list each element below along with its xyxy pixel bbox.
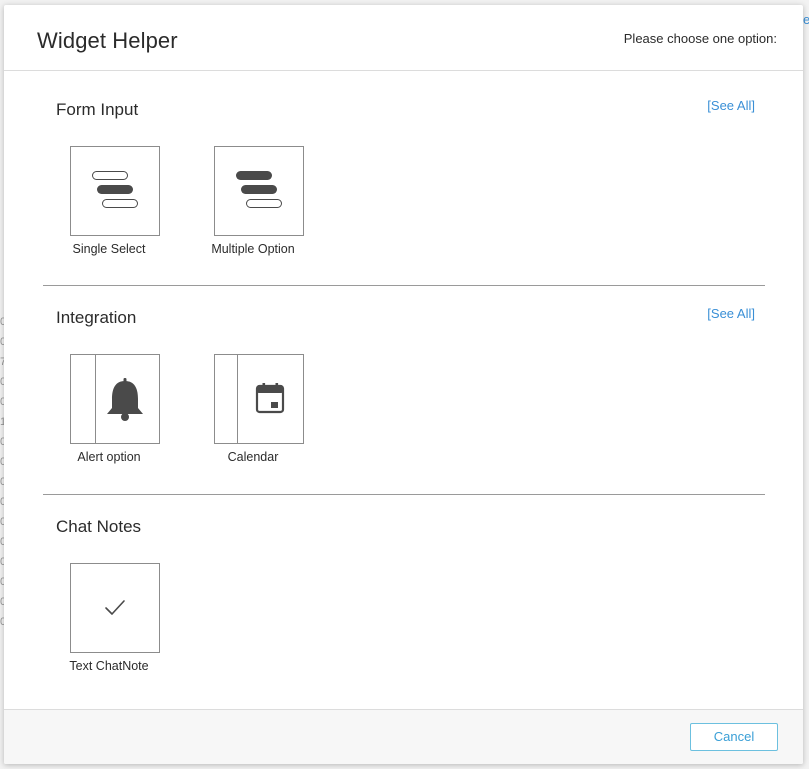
widget-helper-modal: Widget Helper Please choose one option: … bbox=[4, 5, 803, 764]
bell-icon bbox=[107, 378, 143, 421]
section-chat-notes: Chat Notes Text ChatNote bbox=[43, 517, 765, 697]
calendar-icon bbox=[255, 383, 285, 414]
tile-box[interactable] bbox=[70, 563, 160, 653]
tile-calendar[interactable]: Calendar bbox=[198, 354, 308, 464]
see-all-link-form-input[interactable]: [See All] bbox=[707, 98, 755, 113]
background-link-fragment: e bbox=[803, 12, 809, 27]
modal-header: Widget Helper Please choose one option: bbox=[4, 5, 803, 71]
tile-single-select[interactable]: Single Select bbox=[54, 146, 164, 256]
tile-text-chatnote[interactable]: Text ChatNote bbox=[54, 563, 164, 673]
tile-box[interactable] bbox=[214, 354, 304, 444]
section-title: Integration bbox=[56, 308, 137, 327]
checkmark-icon bbox=[105, 600, 125, 615]
tile-label: Multiple Option bbox=[211, 242, 295, 256]
section-divider bbox=[43, 285, 765, 286]
single-select-icon bbox=[71, 147, 159, 235]
section-title: Chat Notes bbox=[56, 517, 142, 536]
tile-alert-option[interactable]: Alert option bbox=[54, 354, 164, 464]
multiple-option-icon bbox=[215, 147, 303, 235]
section-title: Form Input bbox=[56, 100, 139, 119]
tile-multiple-option[interactable]: Multiple Option bbox=[198, 146, 308, 256]
tile-box[interactable] bbox=[70, 146, 160, 236]
see-all-link-integration[interactable]: [See All] bbox=[707, 306, 755, 321]
tile-label: Alert option bbox=[77, 450, 141, 464]
section-integration: Integration [See All] Alert option Calen… bbox=[43, 306, 765, 498]
modal-title: Widget Helper bbox=[37, 28, 178, 53]
tile-label: Single Select bbox=[72, 242, 146, 256]
modal-footer: Cancel bbox=[4, 709, 803, 764]
tile-label: Calendar bbox=[227, 450, 279, 464]
cancel-button[interactable]: Cancel bbox=[690, 723, 778, 751]
modal-hint: Please choose one option: bbox=[623, 31, 777, 46]
tile-label: Text ChatNote bbox=[69, 659, 149, 673]
section-form-input: Form Input [See All] Single Select Multi… bbox=[43, 98, 765, 290]
section-divider bbox=[43, 494, 765, 495]
tile-box[interactable] bbox=[214, 146, 304, 236]
tile-box[interactable] bbox=[70, 354, 160, 444]
